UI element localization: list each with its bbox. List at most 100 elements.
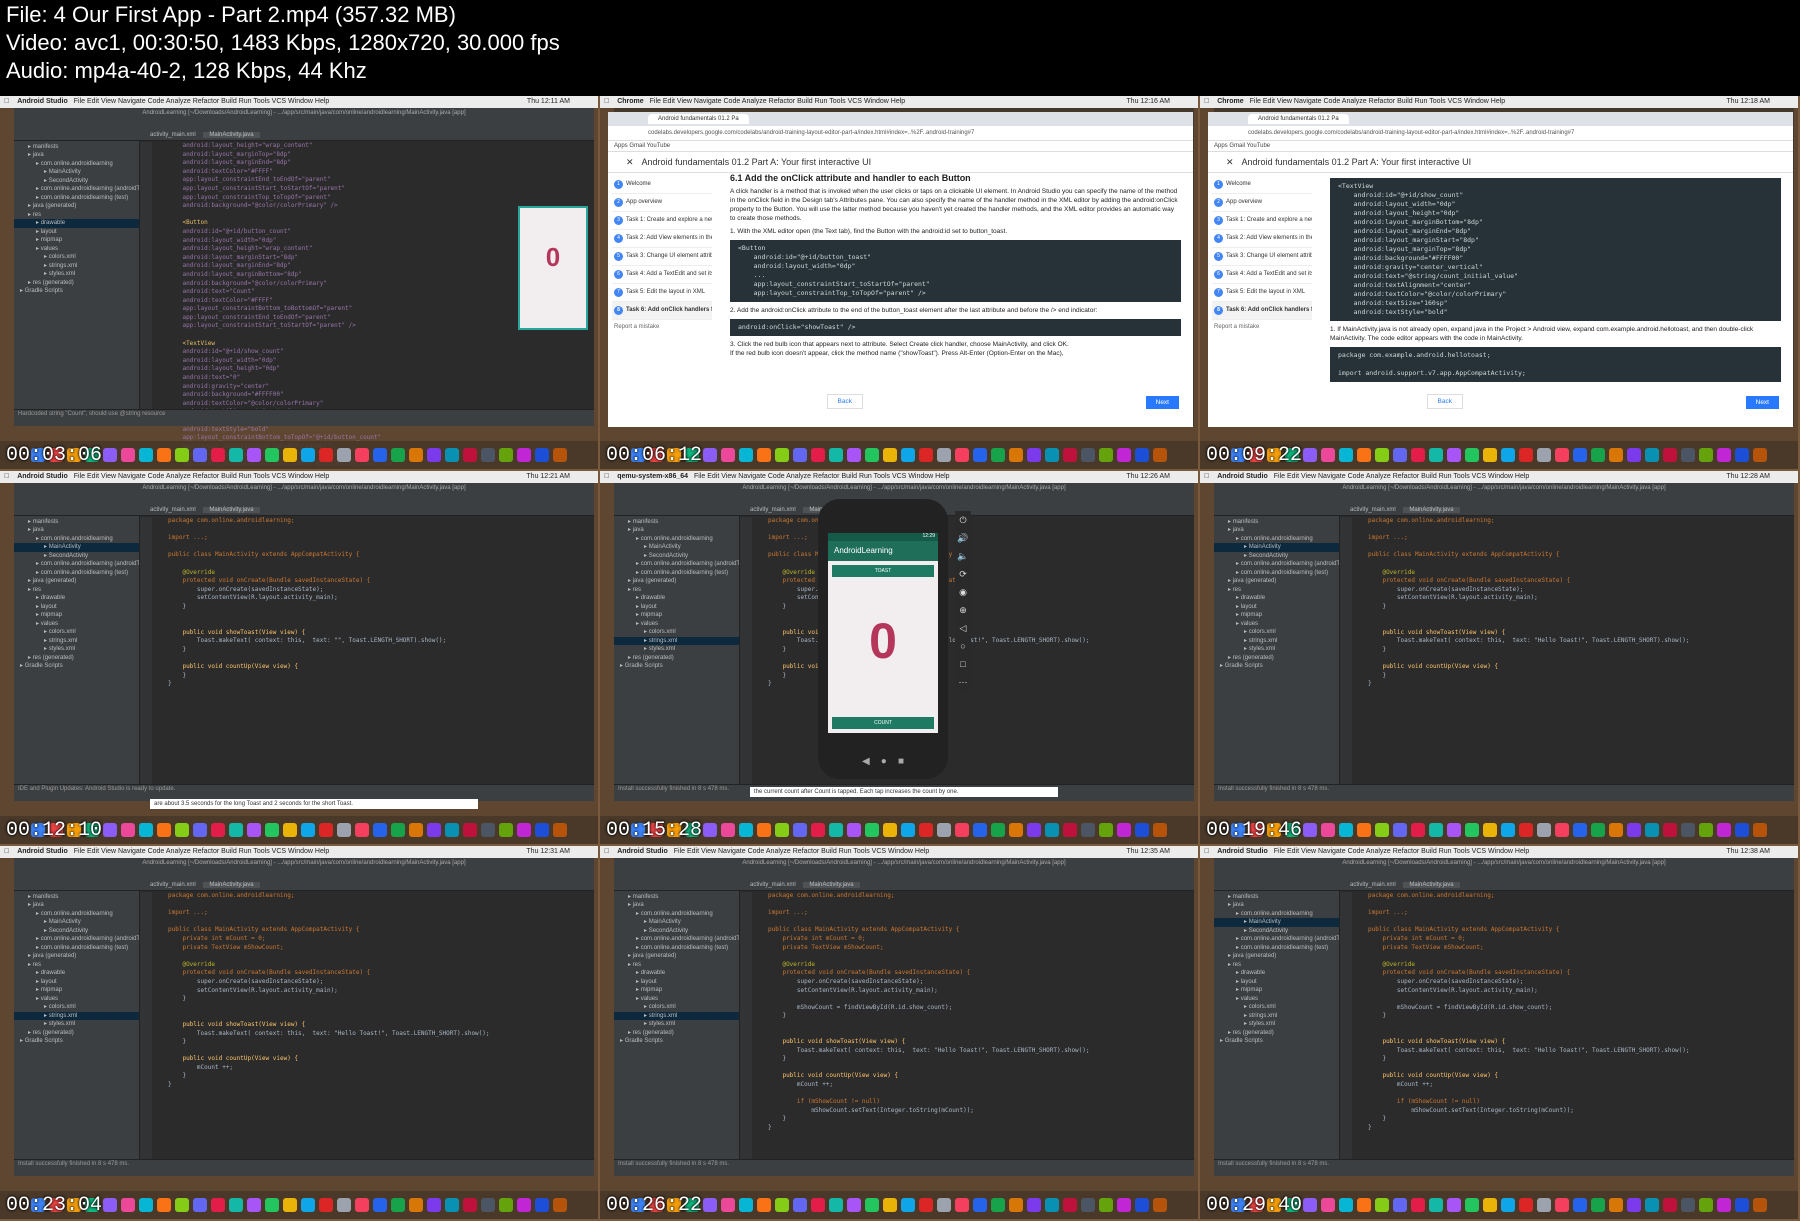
dock-app-icon[interactable] [373,1198,387,1212]
tab-activity-main-xml[interactable]: activity_main.xml [144,882,202,888]
dock-app-icon[interactable] [847,1198,861,1212]
codelab-step[interactable]: 4Task 2: Add View elements in the layout… [1212,230,1312,248]
dock-app-icon[interactable] [1483,1198,1497,1212]
back-button[interactable]: Back [1426,394,1463,409]
dock-app-icon[interactable] [553,823,567,837]
mac-menu-item[interactable]: Edit [1287,848,1299,855]
mac-menu-item[interactable]: Run [1439,473,1452,480]
tab-main-activity-java[interactable]: MainActivity.java [1403,507,1460,513]
mac-menu-item[interactable]: Code [768,473,785,480]
apple-icon[interactable]:  [1204,848,1209,855]
mac-menu-item[interactable]: Help [915,848,929,855]
project-tree-item[interactable]: ▸ manifests [1214,893,1339,902]
dock-app-icon[interactable] [499,1198,513,1212]
project-tree-item[interactable]: ▸ drawable [14,594,139,603]
dock-app-icon[interactable] [703,823,717,837]
project-tree-item[interactable]: ▸ java (generated) [614,577,739,586]
dock-app-icon[interactable] [721,448,735,462]
dock-app-icon[interactable] [1357,1198,1371,1212]
dock-app-icon[interactable] [1027,1198,1041,1212]
dock-app-icon[interactable] [139,1198,153,1212]
project-tree-item[interactable]: ▸ mipmap [14,236,139,245]
apple-icon[interactable]:  [4,473,9,480]
mac-menu-item[interactable]: Edit [1263,98,1275,105]
dock-app-icon[interactable] [517,448,531,462]
mac-menu-item[interactable]: Navigate [118,473,146,480]
dock-app-icon[interactable] [1081,448,1095,462]
active-app-name[interactable]: Chrome [1217,98,1243,105]
dock-app-icon[interactable] [1063,1198,1077,1212]
mac-menu-item[interactable]: Analyze [1366,473,1391,480]
dock-app-icon[interactable] [1375,823,1389,837]
project-tree-item[interactable]: ▸ styles.xml [614,645,739,654]
dock-app-icon[interactable] [1027,448,1041,462]
mac-menu-item[interactable]: Help [1515,848,1529,855]
mac-menu-item[interactable]: VCS [1472,473,1486,480]
dock-app-icon[interactable] [901,823,915,837]
project-tree-item[interactable]: ▸ Gradle Scripts [14,662,139,671]
project-tree-item[interactable]: ▸ values [1214,995,1339,1004]
dock-app-icon[interactable] [793,1198,807,1212]
codelab-step[interactable]: 8Task 6: Add onClick handlers for the bu… [612,302,712,320]
dock-app-icon[interactable] [1045,1198,1059,1212]
dock-app-icon[interactable] [919,448,933,462]
mac-menu-item[interactable]: Window [908,473,933,480]
mac-menu-item[interactable]: VCS [272,98,286,105]
project-tree-item[interactable]: ▸ strings.xml [1214,637,1339,646]
dock-app-icon[interactable] [229,823,243,837]
mac-menu-item[interactable]: Tools [1453,473,1469,480]
project-tree-item[interactable]: ▸ Gradle Scripts [614,662,739,671]
project-tree-item[interactable]: ▸ com.online.androidlearning (test) [14,194,139,203]
project-tree-item[interactable]: ▸ mipmap [614,986,739,995]
mac-menu-item[interactable]: File [674,848,685,855]
mac-menu-item[interactable]: Tools [853,848,869,855]
dock-app-icon[interactable] [1501,1198,1515,1212]
project-tree-item[interactable]: ▸ com.online.androidlearning (androidTes… [1214,560,1339,569]
tab-activity-main-xml[interactable]: activity_main.xml [144,507,202,513]
dock-app-icon[interactable] [535,1198,549,1212]
dock-app-icon[interactable] [1153,1198,1167,1212]
codelab-step[interactable]: 1 Welcome [1212,176,1312,194]
dock-app-icon[interactable] [1303,823,1317,837]
dock-app-icon[interactable] [811,823,825,837]
dock-app-icon[interactable] [535,448,549,462]
project-tree-item[interactable]: ▸ colors.xml [614,1003,739,1012]
dock-app-icon[interactable] [1153,448,1167,462]
code-editor[interactable]: package com.online.androidlearning; impo… [152,517,594,785]
project-tree-item[interactable]: ▸ layout [14,228,139,237]
mac-menu-item[interactable]: Refactor [193,848,219,855]
bookmarks-bar[interactable]: Apps Gmail YouTube [608,141,1193,152]
mac-menu-item[interactable]: File [1274,473,1285,480]
dock-app-icon[interactable] [1627,448,1641,462]
mac-menu-item[interactable]: Code [148,473,165,480]
dock-app-icon[interactable] [775,448,789,462]
dock-app-icon[interactable] [463,823,477,837]
dock-app-icon[interactable] [973,1198,987,1212]
dock-app-icon[interactable] [1099,823,1113,837]
dock-app-icon[interactable] [1483,448,1497,462]
mac-menu-item[interactable]: Tools [253,848,269,855]
project-tree-item[interactable]: ▸ SecondActivity [1214,552,1339,561]
dock-app-icon[interactable] [1519,823,1533,837]
codelab-step[interactable]: 3Task 1: Create and explore a new projec… [1212,212,1312,230]
dock-app-icon[interactable] [481,448,495,462]
dock-app-icon[interactable] [991,1198,1005,1212]
dock-app-icon[interactable] [481,1198,495,1212]
back-icon[interactable]: ◁ [955,619,971,637]
dock-app-icon[interactable] [157,1198,171,1212]
dock-app-icon[interactable] [535,823,549,837]
project-tree-item[interactable]: ▸ res (generated) [614,654,739,663]
active-app-name[interactable]: Android Studio [17,98,68,105]
mac-menu-item[interactable]: View [721,473,736,480]
project-tree-item[interactable]: ▸ layout [14,978,139,987]
dock-app-icon[interactable] [1573,448,1587,462]
mac-menu-item[interactable]: Tools [253,98,269,105]
dock-app-icon[interactable] [1663,1198,1677,1212]
mac-menu-item[interactable]: Run [815,98,828,105]
code-editor[interactable]: package com.online.androidlearning; impo… [752,892,1194,1160]
active-app-name[interactable]: Android Studio [617,848,668,855]
dock-app-icon[interactable] [1663,448,1677,462]
dock-app-icon[interactable] [775,1198,789,1212]
project-tree-item[interactable]: ▸ styles.xml [1214,1020,1339,1029]
mac-menu-item[interactable]: Edit [1287,473,1299,480]
